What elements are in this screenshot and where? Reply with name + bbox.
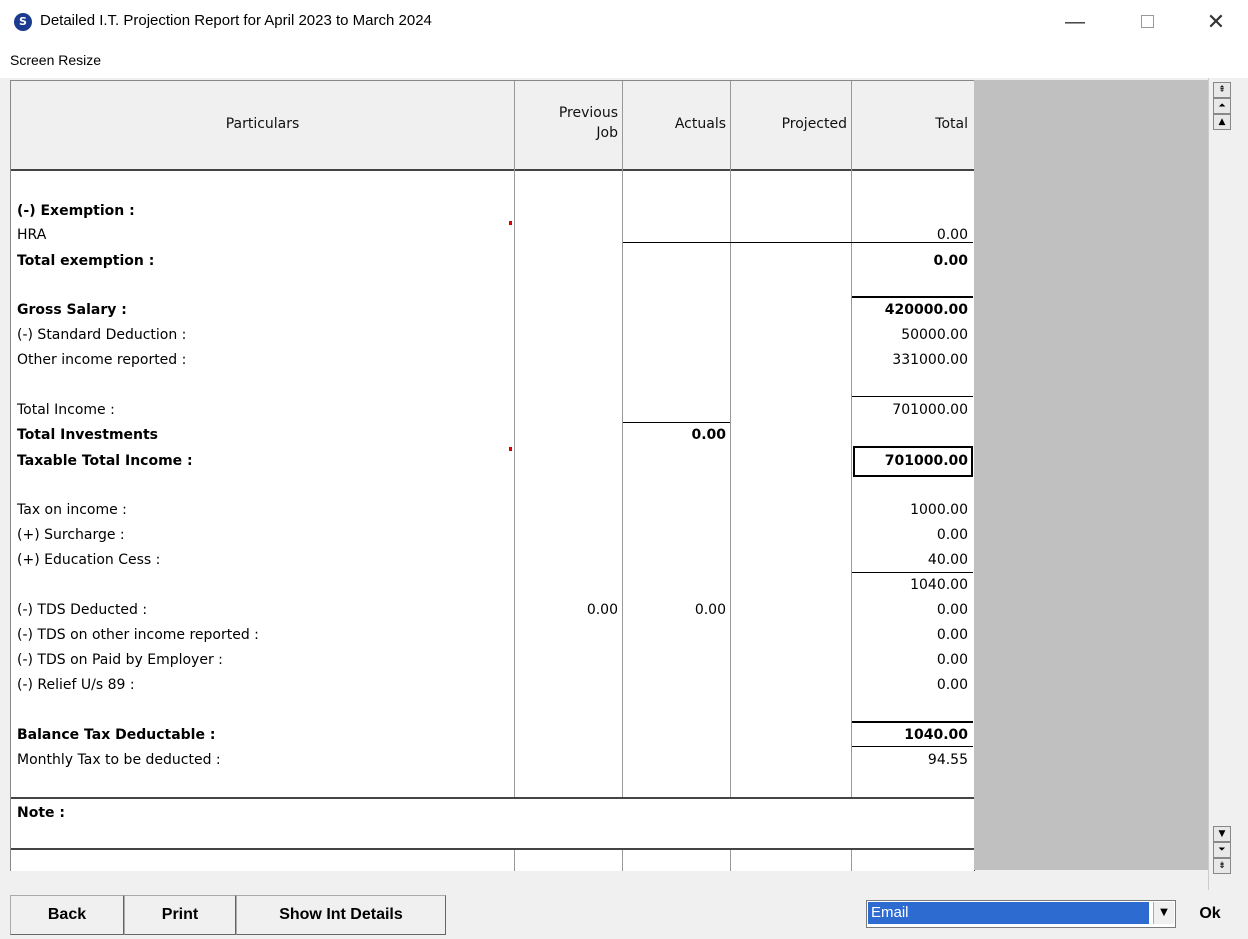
tax-on-income-value: 1000.00	[910, 502, 968, 518]
row-tds-other-income: (-) TDS on other income reported :	[17, 627, 259, 643]
close-button[interactable]: ✕	[1193, 6, 1239, 38]
header-projected: Projected	[781, 116, 847, 132]
standard-deduction-value: 50000.00	[901, 327, 968, 343]
column-divider	[730, 81, 731, 871]
rule	[623, 422, 730, 423]
window-title: Detailed I.T. Projection Report for Apri…	[40, 12, 432, 29]
scroll-up-button[interactable]: ▲	[1213, 114, 1231, 130]
blank-row	[11, 848, 975, 873]
taxable-total-income-value: 701000.00	[884, 453, 968, 469]
row-education-cess: (+) Education Cess :	[17, 552, 161, 568]
back-button[interactable]: Back	[10, 895, 124, 935]
output-select-value: Email	[868, 902, 1149, 924]
row-total-exemption: Total exemption :	[17, 253, 155, 269]
tds-other-income-value: 0.00	[936, 627, 968, 643]
monthly-tax-value: 94.55	[927, 752, 968, 768]
row-surcharge: (+) Surcharge :	[17, 527, 125, 543]
row-tds-deducted: (-) TDS Deducted :	[17, 602, 148, 618]
scroll-page-up-button[interactable]: ⏶	[1213, 98, 1231, 114]
total-income-value: 701000.00	[892, 402, 968, 418]
relief-89-value: 0.00	[936, 677, 968, 693]
surcharge-value: 0.00	[936, 527, 968, 543]
show-int-details-button[interactable]: Show Int Details	[236, 895, 446, 935]
row-other-income: Other income reported :	[17, 352, 187, 368]
row-exemption-heading: (-) Exemption :	[17, 203, 135, 219]
report-header: Particulars Previous Job Actuals Project…	[11, 81, 975, 171]
marker	[509, 447, 512, 451]
header-previous-job: Previous Job	[558, 105, 618, 141]
header-total: Total	[935, 116, 968, 132]
tds-deducted-actuals: 0.00	[694, 602, 726, 618]
header-actuals: Actuals	[674, 116, 726, 132]
balance-tax-value: 1040.00	[904, 727, 968, 743]
subtotal-value: 1040.00	[910, 577, 968, 593]
header-particulars: Particulars	[225, 116, 300, 132]
row-balance-tax: Balance Tax Deductable :	[17, 727, 216, 743]
other-income-value: 331000.00	[892, 352, 968, 368]
minimize-button[interactable]: —	[1052, 6, 1098, 38]
row-hra: HRA	[17, 227, 47, 243]
scroll-bottom-button[interactable]: ⇟	[1213, 858, 1231, 874]
scroll-down-button[interactable]: ▼	[1213, 826, 1231, 842]
print-button[interactable]: Print	[124, 895, 236, 935]
gross-salary-value: 420000.00	[884, 302, 968, 318]
row-relief-89: (-) Relief U/s 89 :	[17, 677, 135, 693]
note-section: Note :	[11, 797, 975, 849]
hra-total: 0.00	[936, 227, 968, 243]
ok-button[interactable]: Ok	[1180, 895, 1240, 933]
rule	[852, 296, 973, 298]
vertical-scrollbar[interactable]: ⇞ ⏶ ▲ ▼ ⏷ ⇟	[1208, 78, 1235, 890]
chevron-down-icon[interactable]: ▼	[1153, 902, 1174, 924]
maximize-button[interactable]	[1124, 6, 1170, 38]
total-investments-actuals: 0.00	[691, 427, 726, 443]
menu-bar: Screen Resize	[0, 44, 1248, 78]
row-total-income: Total Income :	[17, 402, 115, 418]
row-tds-paid-employer: (-) TDS on Paid by Employer :	[17, 652, 223, 668]
menu-screen-resize[interactable]: Screen Resize	[10, 52, 101, 68]
row-gross-salary: Gross Salary :	[17, 302, 127, 318]
note-label: Note :	[17, 805, 65, 821]
row-tax-on-income: Tax on income :	[17, 502, 127, 518]
maximize-icon	[1140, 15, 1154, 29]
row-taxable-total-income: Taxable Total Income :	[17, 453, 193, 469]
education-cess-value: 40.00	[927, 552, 968, 568]
footer-bar: Back Print Show Int Details Email ▼ Ok	[0, 892, 1248, 939]
tds-paid-employer-value: 0.00	[936, 652, 968, 668]
rule	[852, 721, 973, 723]
app-icon: S	[14, 13, 32, 31]
output-select[interactable]: Email ▼	[866, 900, 1176, 928]
scroll-top-button[interactable]: ⇞	[1213, 82, 1231, 98]
report-grid: Particulars Previous Job Actuals Project…	[10, 80, 975, 871]
total-exemption-value: 0.00	[933, 253, 968, 269]
rule	[852, 746, 973, 747]
title-bar: S Detailed I.T. Projection Report for Ap…	[0, 0, 1248, 44]
tds-deducted-total: 0.00	[936, 602, 968, 618]
row-standard-deduction: (-) Standard Deduction :	[17, 327, 187, 343]
column-divider	[514, 81, 515, 871]
row-monthly-tax: Monthly Tax to be deducted :	[17, 752, 221, 768]
tds-deducted-previous: 0.00	[586, 602, 618, 618]
column-divider	[622, 81, 623, 871]
scroll-page-down-button[interactable]: ⏷	[1213, 842, 1231, 858]
empty-panel	[974, 80, 1208, 870]
column-divider	[851, 81, 852, 871]
rule	[852, 572, 973, 573]
rule	[852, 396, 973, 397]
row-total-investments: Total Investments	[17, 427, 159, 443]
marker	[509, 221, 512, 225]
rule	[623, 242, 973, 243]
